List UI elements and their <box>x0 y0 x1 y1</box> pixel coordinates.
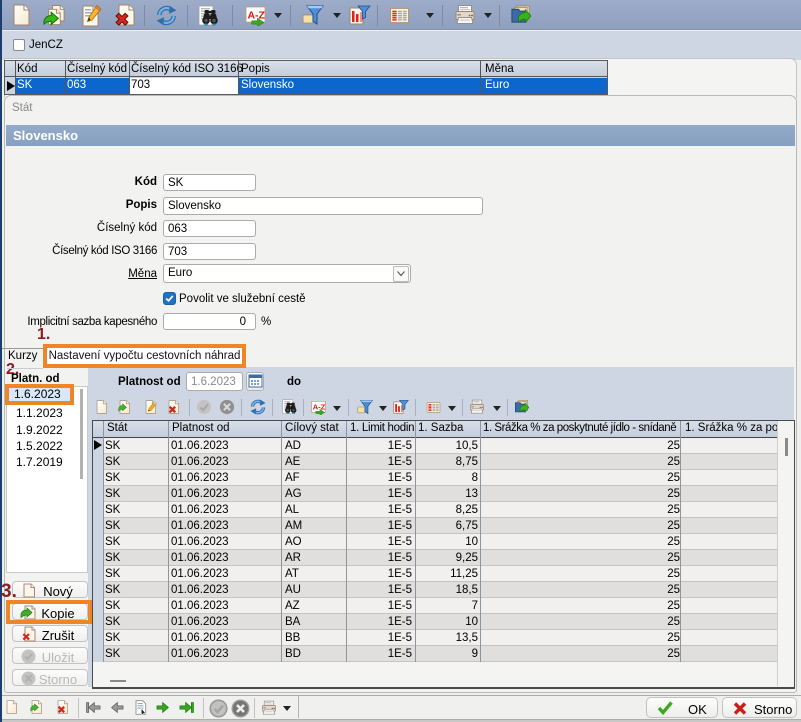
svg-text:A-Z: A-Z <box>247 9 265 21</box>
svg-text:A-Z: A-Z <box>313 403 326 412</box>
